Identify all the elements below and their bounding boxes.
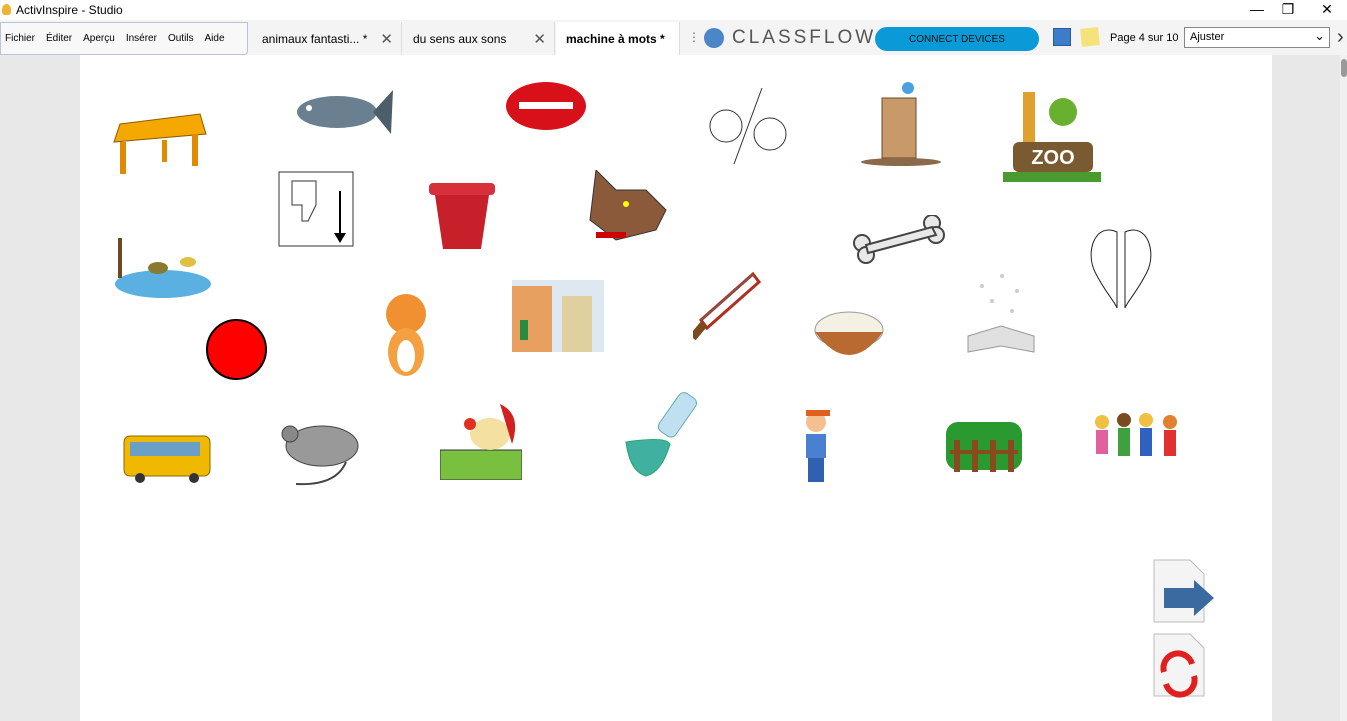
menu-aide[interactable]: Aide <box>201 33 232 44</box>
wings-image[interactable] <box>1085 222 1157 309</box>
close-tab-icon[interactable]: ✕ <box>533 30 546 48</box>
tab-label: du sens aux sons <box>413 31 507 46</box>
zoom-select[interactable]: Ajuster ⌄ <box>1184 27 1330 48</box>
scroll-right-icon[interactable]: › <box>1337 26 1344 49</box>
restore-button[interactable]: ❐ <box>1268 0 1308 20</box>
vertical-scrollbar[interactable] <box>1340 55 1347 721</box>
fish-image[interactable] <box>295 82 393 142</box>
menu-outils[interactable]: Outils <box>164 33 201 44</box>
app-logo-icon <box>2 4 11 15</box>
window-title: ActivInspire - Studio <box>16 3 123 17</box>
tab-label: machine à mots * <box>566 31 665 46</box>
reset-page-icon[interactable] <box>1150 632 1208 698</box>
menu-editer[interactable]: Éditer <box>42 33 79 44</box>
book-image[interactable] <box>962 266 1040 356</box>
pond-ducks-image[interactable] <box>108 238 212 300</box>
red-circle-image[interactable] <box>205 318 268 381</box>
bone-image[interactable] <box>852 214 945 265</box>
zoom-value: Ajuster <box>1190 31 1225 43</box>
page-indicator: Page 4 sur 10 <box>1110 32 1179 44</box>
tab-label: animaux fantasti... * <box>262 31 368 46</box>
tab-du-sens[interactable]: du sens aux sons ✕ <box>403 22 555 55</box>
menu-bar: Fichier Éditer Aperçu Insérer Outils Aid… <box>0 22 248 55</box>
rat-image[interactable] <box>276 412 364 488</box>
title-bar: ActivInspire - Studio — ❐ ✕ <box>0 0 1347 20</box>
street-image[interactable] <box>512 280 604 352</box>
chevron-down-icon: ⌄ <box>1314 28 1325 43</box>
menu-inserer[interactable]: Insérer <box>122 33 164 44</box>
close-tab-icon[interactable]: ✕ <box>380 30 393 48</box>
next-page-icon[interactable] <box>1150 558 1216 624</box>
rooster-image[interactable] <box>439 404 523 481</box>
boy-image[interactable] <box>796 406 838 488</box>
close-button[interactable]: ✕ <box>1307 0 1347 20</box>
thumb-down-card-image[interactable] <box>278 171 354 247</box>
rice-bowl-image[interactable] <box>813 308 885 366</box>
svg-text:ZOO: ZOO <box>1031 147 1074 169</box>
wolf-image[interactable] <box>586 168 676 250</box>
connect-devices-button[interactable]: CONNECT DEVICES <box>875 27 1039 51</box>
faces-image[interactable] <box>700 80 794 165</box>
saw-image[interactable] <box>689 270 762 342</box>
tab-animaux[interactable]: animaux fantasti... * ✕ <box>252 22 402 55</box>
tree-stump-image[interactable] <box>858 78 944 166</box>
bottle-pouring-image[interactable] <box>622 388 712 480</box>
table-image[interactable] <box>112 112 208 176</box>
rocket-icon <box>704 28 724 48</box>
menu-fichier[interactable]: Fichier <box>1 33 42 44</box>
zoo-image[interactable]: ZOO <box>1003 92 1101 186</box>
cat-image[interactable] <box>372 286 438 378</box>
lips-image[interactable] <box>505 80 587 132</box>
bus-image[interactable] <box>120 434 214 484</box>
tab-more-icon[interactable]: ⋮ <box>688 30 700 44</box>
sticky-note-icon[interactable] <box>1080 27 1100 47</box>
children-image[interactable] <box>1090 408 1188 470</box>
tab-machine-a-mots[interactable]: machine à mots * <box>556 22 680 55</box>
menu-apercu[interactable]: Aperçu <box>79 33 122 44</box>
flower-pot-image[interactable] <box>427 181 497 253</box>
classflow-logo: CLASSFLOW <box>732 27 877 48</box>
snowflake-icon[interactable] <box>1053 28 1071 46</box>
fence-hedge-image[interactable] <box>946 420 1022 474</box>
